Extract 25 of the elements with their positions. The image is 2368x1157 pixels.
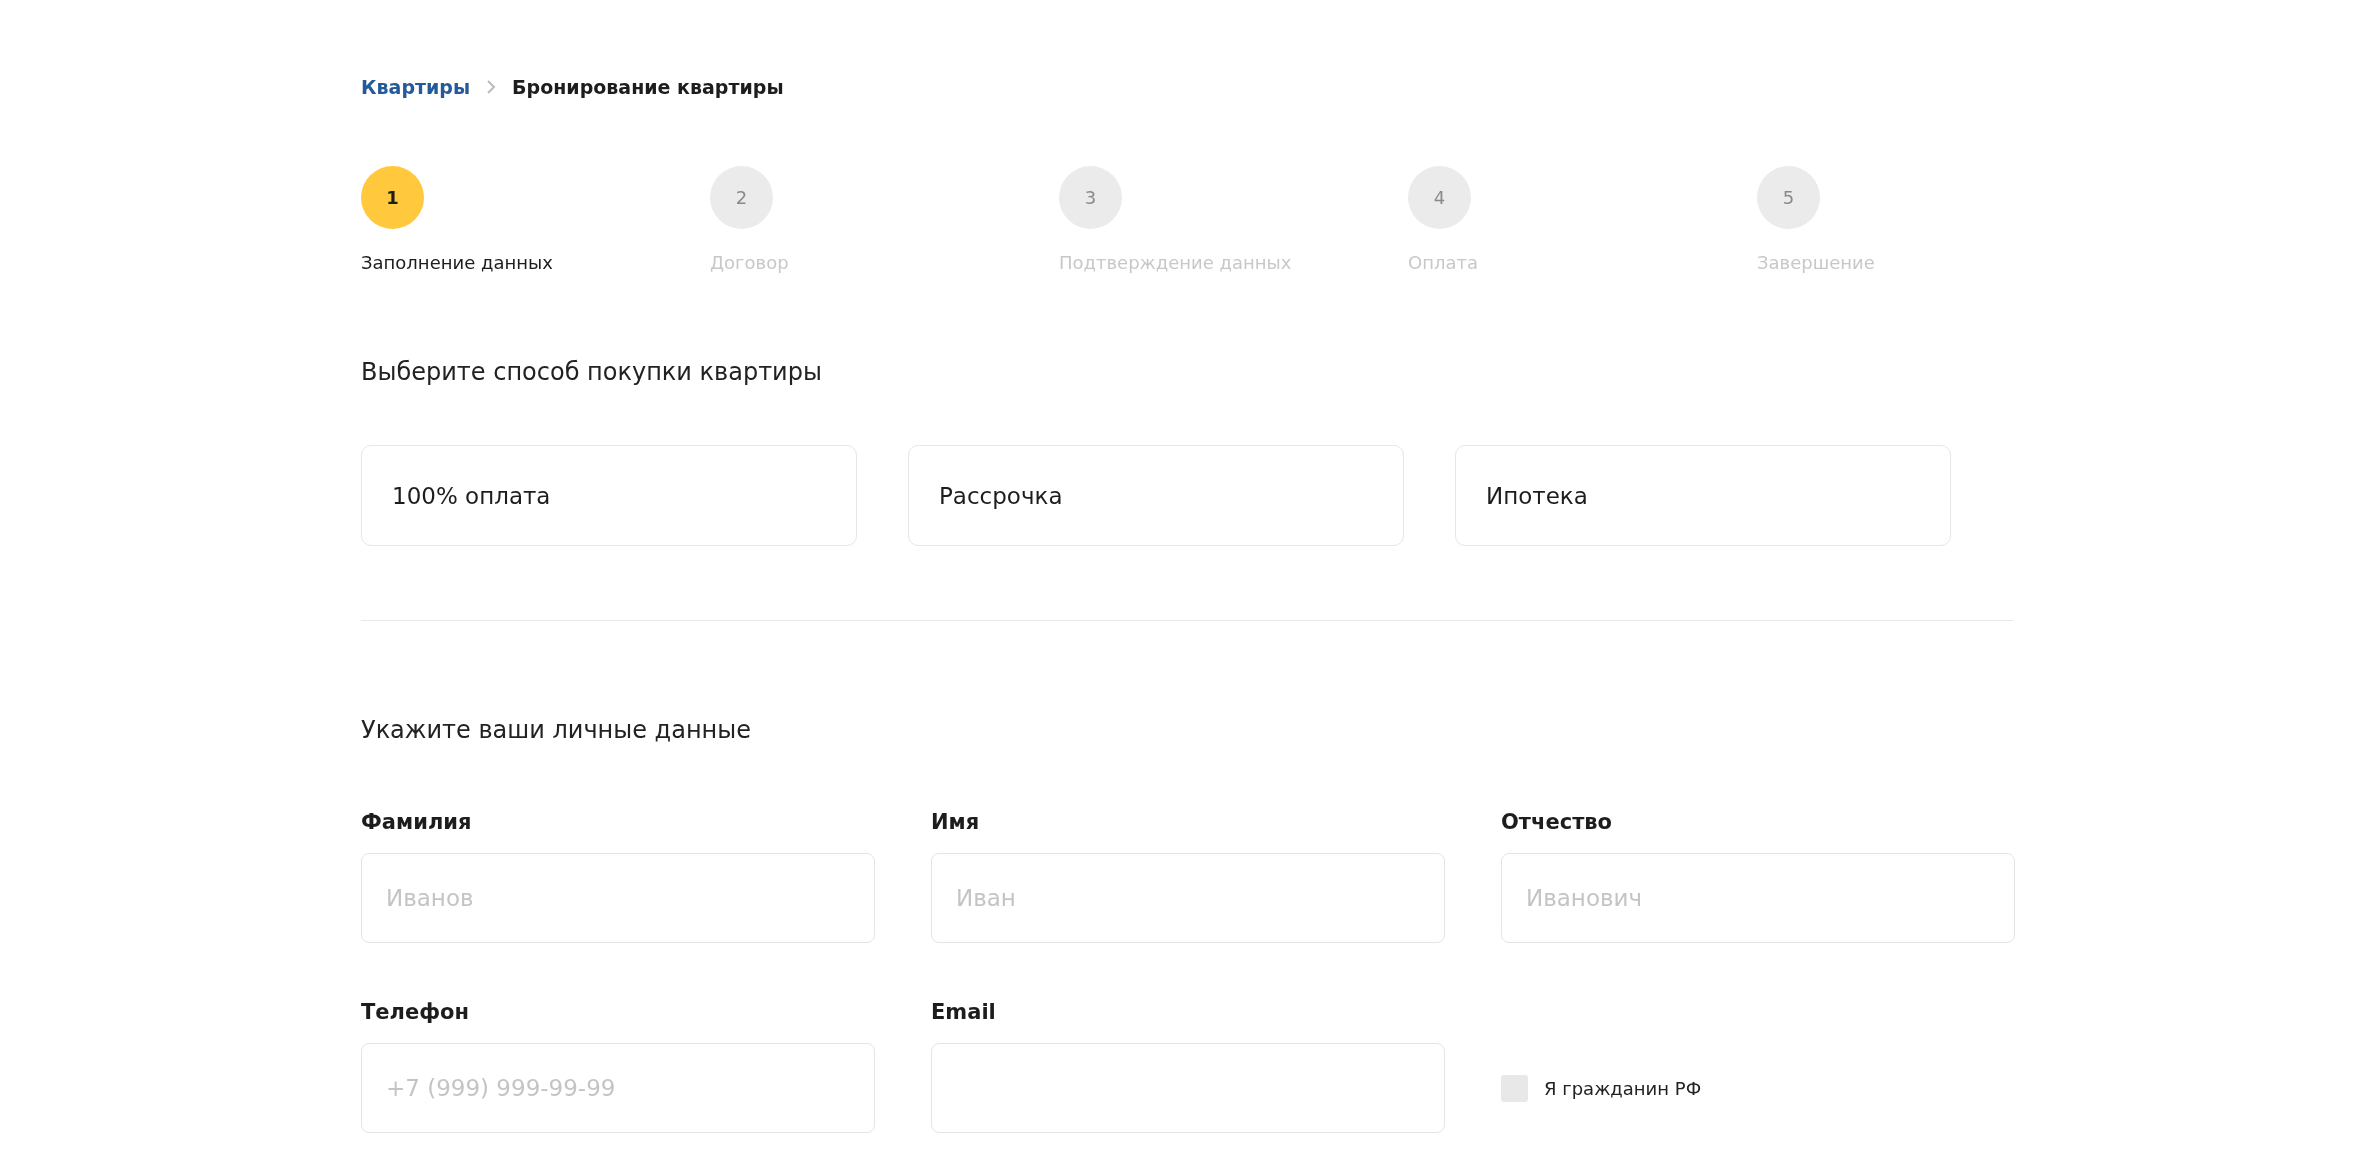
step-number: 1 [361,166,424,229]
step-number: 2 [710,166,773,229]
field-label: Фамилия [361,810,473,834]
field-label: Email [931,1000,997,1024]
step-label: Заполнение данных [361,252,553,273]
purchase-option[interactable]: Рассрочка [908,445,1404,546]
field-label: Отчество [1501,810,1614,834]
checkbox-label: Я гражданин РФ [1544,1077,1702,1099]
input-field[interactable]: Иванов [361,853,875,943]
input-field[interactable] [931,1043,1445,1133]
purchase-option[interactable]: 100% оплата [361,445,857,546]
step-number: 5 [1757,166,1820,229]
input-field[interactable]: Иван [931,853,1445,943]
chevron-right-icon [486,80,497,94]
section-title: Выберите способ покупки квартиры [361,358,823,386]
input-field[interactable]: +7 (999) 999-99-99 [361,1043,875,1133]
field-label: Телефон [361,1000,470,1024]
section-title: Укажите ваши личные данные [361,716,752,744]
input-field[interactable]: Иванович [1501,853,2015,943]
step-number: 3 [1059,166,1122,229]
breadcrumb-link[interactable]: Квартиры [361,76,471,98]
breadcrumb-current: Бронирование квартиры [512,76,784,98]
purchase-option[interactable]: Ипотека [1455,445,1951,546]
field-label: Имя [931,810,981,834]
step-number: 4 [1408,166,1471,229]
